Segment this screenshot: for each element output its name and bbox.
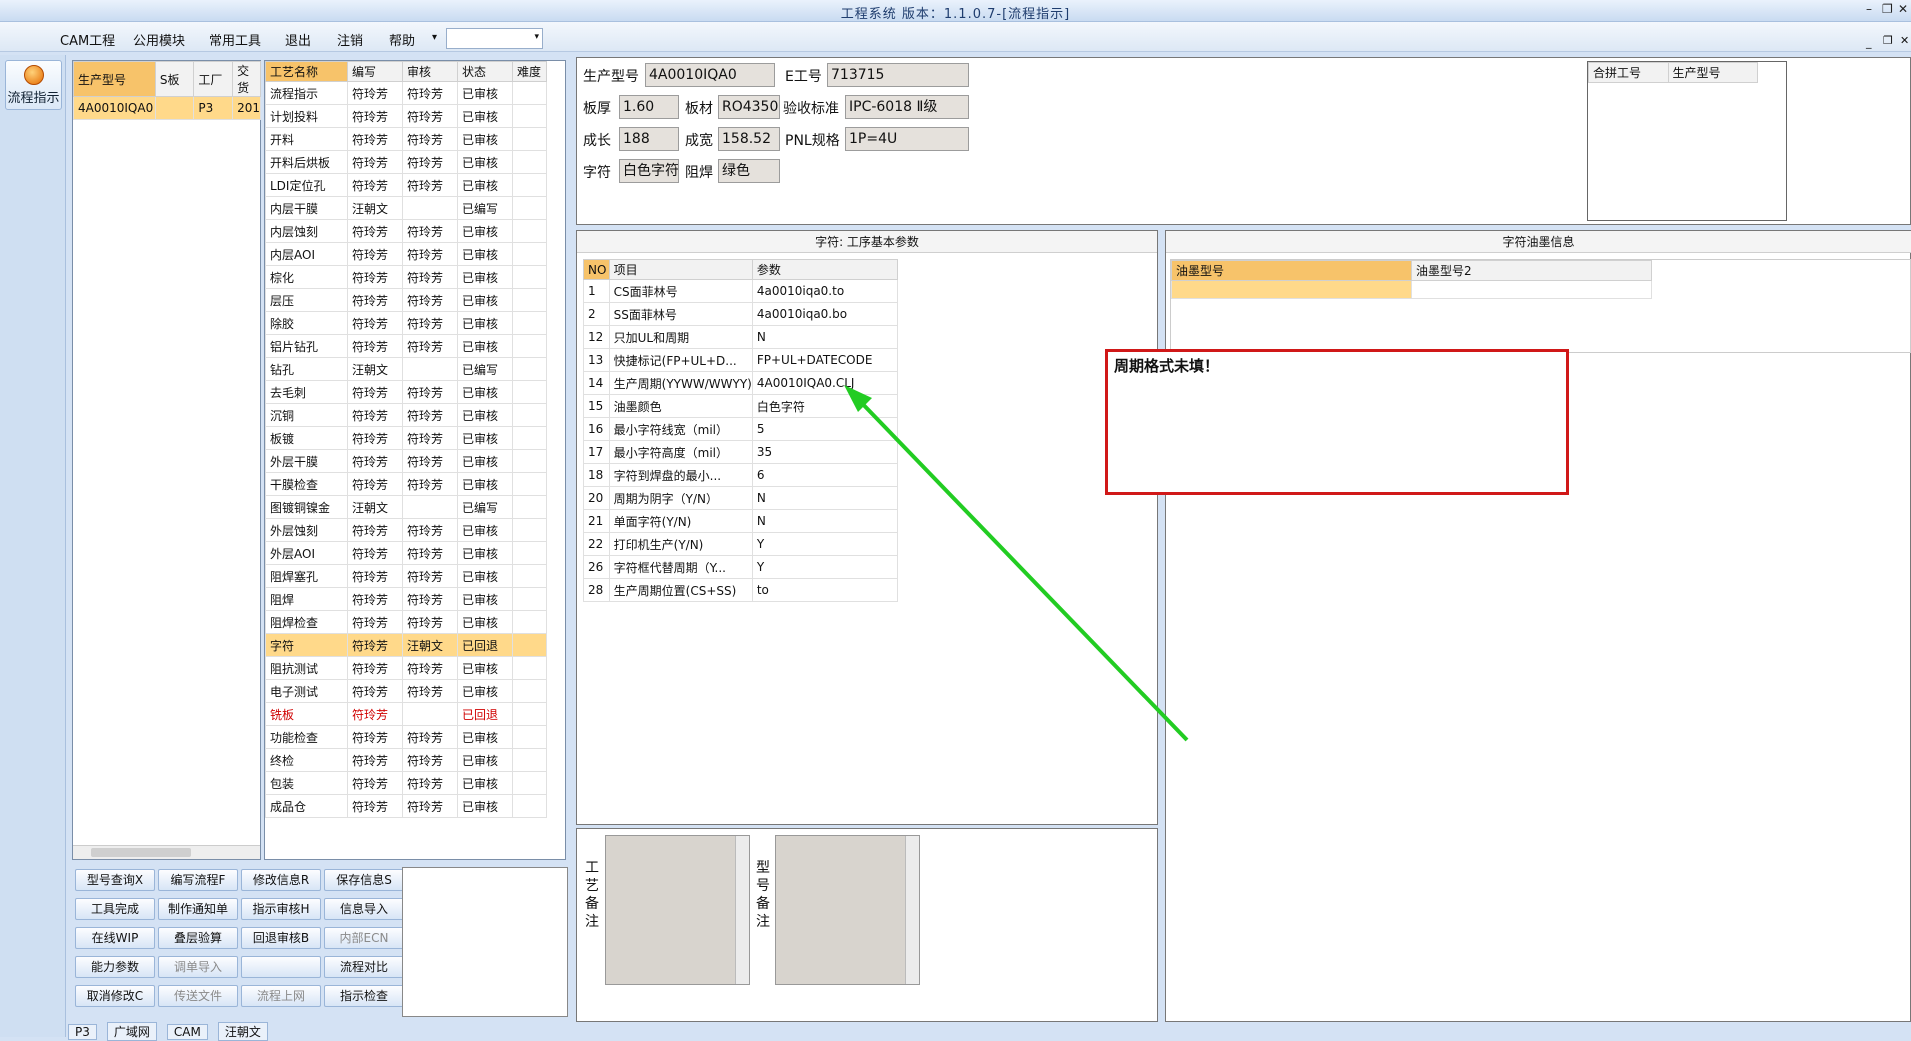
status-network: 广域网	[106, 1022, 157, 1041]
warning-message: 周期格式未填！	[1114, 357, 1220, 375]
status-dept: CAM	[166, 1024, 208, 1040]
arrow-overlay	[844, 385, 1189, 742]
status-factory: P3	[68, 1024, 97, 1040]
warning-popup: 周期格式未填！	[1105, 349, 1569, 495]
status-user: 汪朝文	[217, 1022, 268, 1041]
status-bar: P3 广域网 CAM 汪朝文	[68, 1022, 278, 1041]
